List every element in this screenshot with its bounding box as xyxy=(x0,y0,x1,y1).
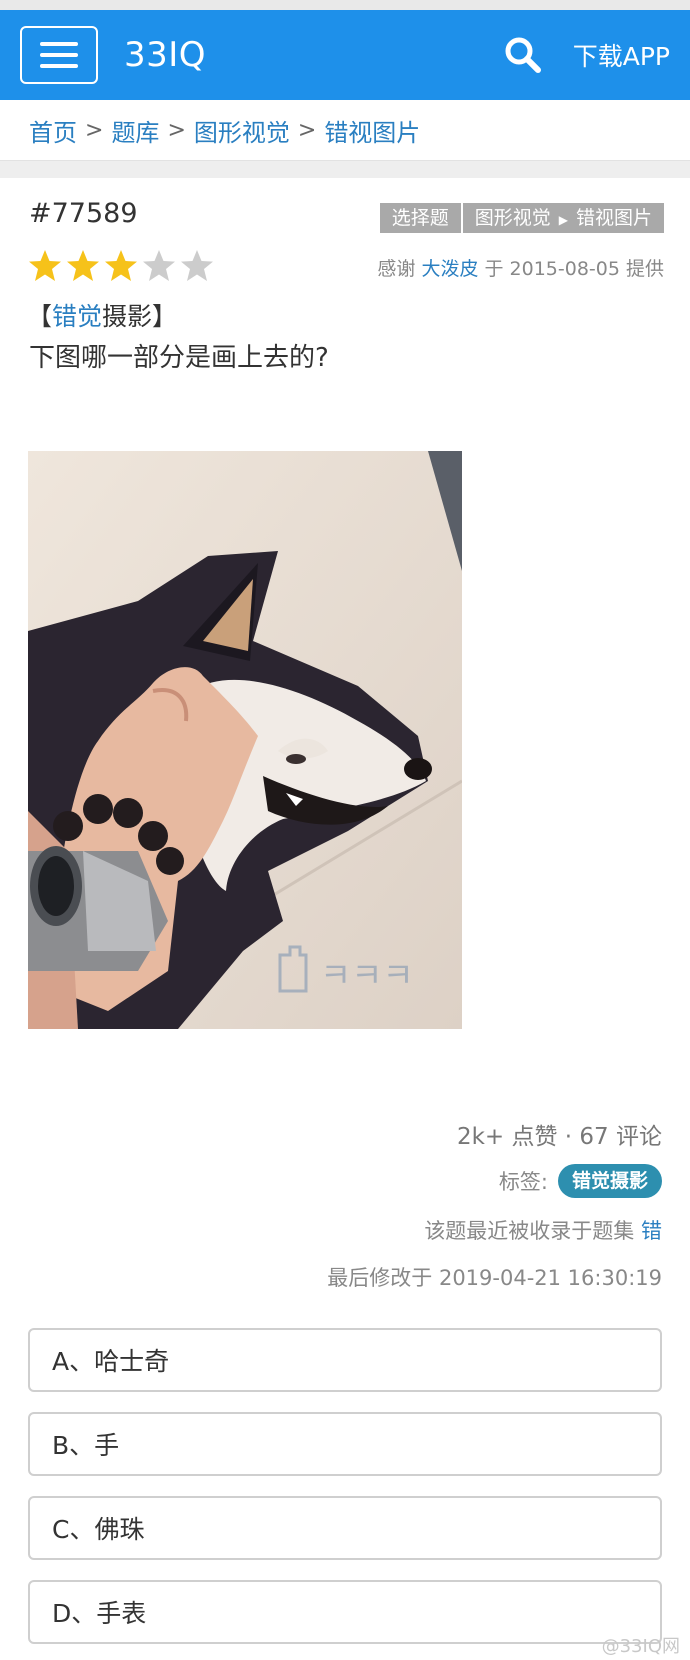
collection-text: 该题最近被收录于题集 xyxy=(424,1219,635,1243)
question-photo: ㅋㅋㅋ xyxy=(28,451,462,1029)
breadcrumb-illusion[interactable]: 错视图片 xyxy=(324,113,420,148)
title-highlight-link[interactable]: 错觉 xyxy=(52,302,102,331)
question-header: #77589 选择题 图形视觉 ▶ 错视图片 感谢 大泼皮 于 2015-08-05… xyxy=(0,178,690,348)
photo-watermark: ㅋㅋㅋ xyxy=(320,956,414,996)
tag-category[interactable]: 图形视觉 ▶ 错视图片 xyxy=(460,203,664,233)
breadcrumb-home[interactable]: 首页 xyxy=(29,113,77,148)
title-rest: 摄影】 xyxy=(102,302,178,331)
breadcrumb-separator: > xyxy=(297,117,317,143)
tag-pill[interactable]: 错觉摄影 xyxy=(557,1164,662,1198)
search-icon[interactable] xyxy=(503,35,543,75)
section-divider xyxy=(0,160,690,178)
tag-label: 标签: xyxy=(498,1170,548,1194)
star-icon xyxy=(67,250,99,281)
last-modified: 最后修改于 2019-04-21 16:30:19 xyxy=(327,1266,662,1290)
download-app-link[interactable]: 下载APP xyxy=(573,37,670,73)
option-d[interactable]: D、手表 xyxy=(28,1580,662,1644)
option-b[interactable]: B、手 xyxy=(28,1412,662,1476)
weibo-watermark: @33IQ网 xyxy=(601,1636,680,1657)
status-strip xyxy=(0,0,690,10)
menu-line xyxy=(40,64,78,68)
contributor-credit: 感谢 大泼皮 于 2015-08-05 提供 xyxy=(377,254,664,281)
star-icon xyxy=(105,250,137,281)
star-icon xyxy=(143,250,175,281)
question-text: 下图哪一部分是画上去的? xyxy=(29,343,329,373)
breadcrumb-library[interactable]: 题库 xyxy=(111,113,159,148)
breadcrumb: 首页 > 题库 > 图形视觉 > 错视图片 xyxy=(0,100,690,160)
question-id: #77589 xyxy=(29,198,138,229)
difficulty-stars xyxy=(27,248,215,284)
breadcrumb-separator: > xyxy=(167,117,186,143)
thanks-prefix: 感谢 xyxy=(377,258,416,280)
breadcrumb-visual[interactable]: 图形视觉 xyxy=(194,113,290,148)
tag-subcategory-label: 错视图片 xyxy=(575,207,652,229)
menu-line xyxy=(40,53,78,57)
title-open-bracket: 【 xyxy=(27,302,53,331)
contributor-link[interactable]: 大泼皮 xyxy=(421,258,478,280)
collection-link[interactable]: 错 xyxy=(641,1219,662,1243)
brand-logo[interactable]: 33IQ xyxy=(124,35,206,75)
top-navbar: 33IQ 下载APP xyxy=(0,10,690,100)
caret-right-icon: ▶ xyxy=(558,213,568,227)
question-title: 【错觉摄影】 xyxy=(27,297,177,333)
likes-comments[interactable]: 2k+ 点赞 · 67 评论 xyxy=(457,1117,662,1151)
breadcrumb-separator: > xyxy=(85,117,104,143)
husky-hand-photo: ㅋㅋㅋ xyxy=(28,451,462,1029)
question-tags: 选择题 图形视觉 ▶ 错视图片 xyxy=(379,203,664,233)
collection-info: 该题最近被收录于题集 错 xyxy=(424,1215,662,1245)
hamburger-menu-button[interactable] xyxy=(20,26,98,84)
tag-question-type[interactable]: 选择题 xyxy=(379,203,461,233)
option-c[interactable]: C、佛珠 xyxy=(28,1496,662,1560)
tag-line: 标签: 错觉摄影 xyxy=(499,1164,662,1198)
star-icon xyxy=(29,250,61,281)
star-icon xyxy=(181,250,213,281)
thanks-date: 于 2015-08-05 提供 xyxy=(484,258,665,280)
menu-line xyxy=(40,42,78,46)
option-a[interactable]: A、哈士奇 xyxy=(28,1328,662,1392)
tag-category-label: 图形视觉 xyxy=(474,207,551,229)
